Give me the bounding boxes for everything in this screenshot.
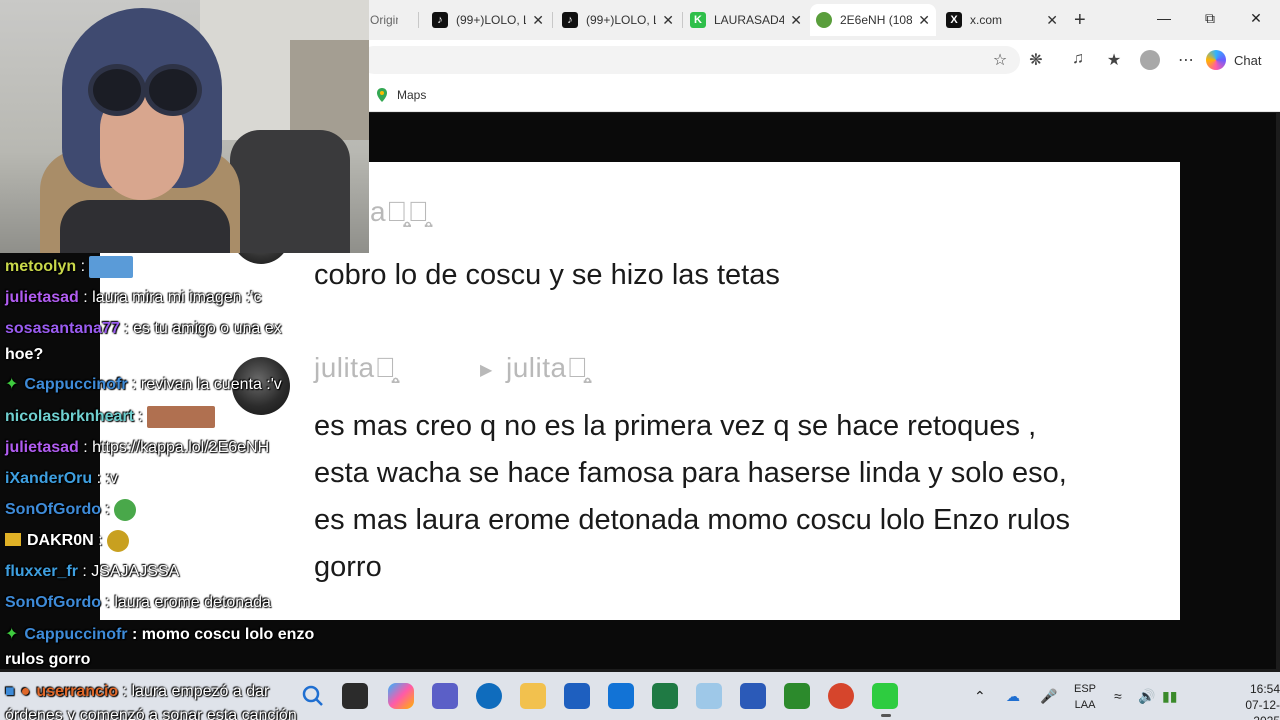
tiktok-icon: ♪ — [562, 12, 578, 28]
reply-username: julitaソ̤̥̥̤̥ — [314, 352, 397, 383]
close-tab-icon[interactable]: ✕ — [532, 12, 544, 29]
file-explorer-icon[interactable] — [520, 683, 546, 709]
new-tab-icon[interactable]: + — [1074, 10, 1086, 30]
favorite-maps[interactable]: Maps — [377, 88, 426, 102]
webcam-feed — [0, 0, 369, 253]
chat-message-continuation: órdenes y comenzó a sonar esta canción — [5, 707, 297, 720]
chat-message: metoolyn : — [5, 255, 134, 279]
chat-message: ✦ Cappuccinofr : momo coscu lolo enzo — [5, 626, 315, 643]
system-clock[interactable]: 16:54 07-12-2025 — [1226, 681, 1280, 720]
tab-x[interactable]: X x.com ✕ — [940, 4, 1064, 36]
chat-message: SonOfGordo : laura erome detonada — [5, 594, 271, 611]
chat-emote — [114, 498, 137, 521]
tab-origin[interactable]: Origin — [364, 4, 404, 36]
restore-icon[interactable]: ⧉ — [1200, 10, 1220, 27]
kick-app-icon[interactable] — [872, 683, 898, 709]
comment-text: cobro lo de coscu y se hizo las tetas — [314, 259, 780, 291]
tab-active-image[interactable]: 2E6eNH (108 ✕ — [810, 4, 936, 36]
kick-icon: K — [690, 12, 706, 28]
tab-separator — [552, 12, 553, 28]
tab-tiktok-1[interactable]: ♪ (99+)LOLO, L ✕ — [426, 4, 550, 36]
reply-text-line: esta wacha se hace famosa para haserse l… — [314, 457, 1067, 489]
pepe-icon — [816, 12, 832, 28]
reply-text-line: gorro — [314, 551, 382, 583]
edge-icon[interactable] — [476, 683, 502, 709]
microsoft-store-icon[interactable] — [564, 683, 590, 709]
close-tab-icon[interactable]: ✕ — [1046, 12, 1058, 29]
chat-message: sosasantana77 : es tu amigo o una ex — [5, 320, 282, 337]
volume-icon[interactable]: 🔊 — [1138, 688, 1155, 705]
goggle-lens-right — [144, 64, 202, 116]
chat-message: iXanderOru : :v — [5, 470, 118, 487]
tiktok-icon: ♪ — [432, 12, 448, 28]
reply-text-line: es mas laura erome detonada momo coscu l… — [314, 504, 1070, 536]
task-view-icon[interactable] — [342, 683, 368, 709]
chat-message: julietasad : https://kappa.lol/2E6eNH — [5, 439, 270, 456]
xbox-icon[interactable] — [784, 683, 810, 709]
excel-icon[interactable] — [652, 683, 678, 709]
close-window-icon[interactable]: ✕ — [1246, 10, 1266, 27]
chat-message: nicolasbrknheart : — [5, 405, 216, 429]
battery-icon[interactable]: ▮▮ — [1162, 688, 1177, 705]
more-menu-icon[interactable]: ⋯ — [1174, 50, 1198, 70]
chat-message: DAKR0N : — [5, 529, 130, 553]
verified-badge-icon: ■ — [5, 683, 15, 700]
goggle-lens-left — [88, 64, 146, 116]
chat-message: ■ ● userrancio : laura empezó a dar — [5, 683, 270, 700]
close-tab-icon[interactable]: ✕ — [662, 12, 674, 29]
webcam-streamer-body — [60, 200, 230, 253]
reply-arrow-icon: ▶ — [480, 362, 493, 379]
replied-username: julitaソ̤̥̥̤̥ — [506, 352, 589, 383]
chat-message-continuation: rulos gorro — [5, 651, 91, 668]
teams-icon[interactable] — [432, 683, 458, 709]
chat-message-continuation: hoe? — [5, 346, 44, 363]
x-icon: X — [946, 12, 962, 28]
browser-essentials-icon[interactable]: ♫ — [1066, 50, 1090, 68]
chat-message: julietasad : laura mira mi imagen :'c — [5, 289, 262, 306]
favorite-star-icon[interactable]: ☆ — [988, 50, 1012, 70]
comment-username: aソ̤̥̥ー̤̥ — [370, 196, 430, 227]
copilot-app-icon[interactable] — [388, 683, 414, 709]
chat-message: ✦ Cappuccinofr : revivan la cuenta :'v — [5, 376, 282, 393]
chat-link[interactable]: https://kappa.lol/2E6eNH — [92, 439, 269, 456]
extensions-icon[interactable]: ❋ — [1024, 50, 1048, 70]
close-tab-icon[interactable]: ✕ — [790, 12, 802, 29]
chat-message: fluxxer_fr : JSAJAJSSA — [5, 563, 180, 580]
minimize-icon[interactable]: — — [1154, 10, 1174, 26]
favorites-icon[interactable]: ★ — [1102, 50, 1126, 70]
wifi-icon[interactable]: ≈ — [1114, 688, 1122, 704]
input-language-indicator[interactable]: ESP LAA — [1074, 681, 1096, 713]
address-bar[interactable] — [360, 46, 1020, 74]
onedrive-icon[interactable]: ☁ — [1006, 688, 1020, 705]
photos-icon[interactable] — [696, 683, 722, 709]
crown-badge-icon — [5, 533, 21, 546]
chat-message: SonOfGordo : — [5, 498, 137, 522]
chat-emote — [89, 255, 134, 278]
reply-text-line: es mas creo q no es la primera vez q se … — [314, 410, 1037, 442]
tab-tiktok-2[interactable]: ♪ (99+)LOLO, L ✕ — [556, 4, 680, 36]
tab-separator — [682, 12, 683, 28]
active-app-indicator — [881, 714, 891, 717]
powerpoint-icon[interactable] — [828, 683, 854, 709]
map-pin-icon — [377, 88, 387, 102]
webcam-background-shelf — [290, 40, 369, 140]
mail-icon[interactable] — [608, 683, 634, 709]
subgift-badge-icon: ● — [20, 683, 31, 700]
close-tab-icon[interactable]: ✕ — [918, 12, 930, 29]
copilot-chat-button[interactable]: Chat — [1206, 46, 1261, 74]
sub-badge-icon: ✦ — [5, 376, 19, 393]
sub-badge-icon: ✦ — [5, 626, 19, 643]
tray-overflow-icon[interactable]: ⌃ — [974, 688, 986, 705]
copilot-icon — [1206, 50, 1226, 70]
tab-kick[interactable]: K LAURASAD4L ✕ — [684, 4, 808, 36]
microphone-icon[interactable]: 🎤 — [1040, 688, 1057, 705]
chat-emote — [147, 405, 216, 428]
profile-icon[interactable] — [1138, 50, 1162, 75]
webcam-chair — [230, 130, 350, 253]
search-icon[interactable] — [300, 683, 326, 709]
word-icon[interactable] — [740, 683, 766, 709]
tab-separator — [418, 12, 419, 28]
chat-emote — [107, 529, 130, 552]
